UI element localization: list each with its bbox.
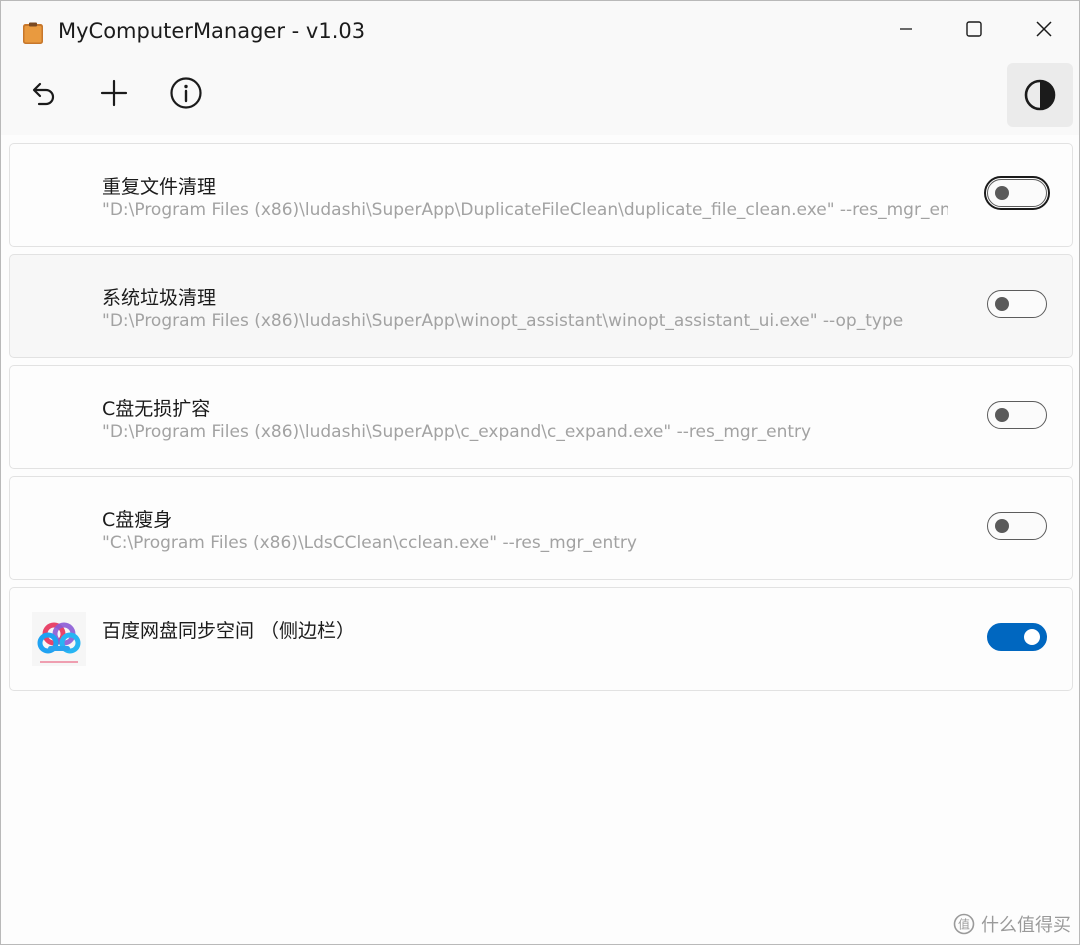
close-button[interactable] <box>1015 9 1073 49</box>
watermark-text: 什么值得买 <box>981 915 1071 936</box>
title-bar[interactable]: MyComputerManager - v1.03 <box>1 1 1079 63</box>
item-list: 重复文件清理 "D:\Program Files (x86)\ludashi\S… <box>9 143 1073 698</box>
undo-icon <box>32 82 55 106</box>
item-toggle[interactable] <box>987 401 1047 429</box>
list-item[interactable]: 系统垃圾清理 "D:\Program Files (x86)\ludashi\S… <box>9 254 1073 358</box>
toggle-knob <box>1024 629 1040 645</box>
item-title: C盘瘦身 <box>102 509 173 531</box>
maximize-icon <box>966 21 982 37</box>
smzdm-logo-icon: 值 <box>953 913 975 935</box>
toggle-knob <box>995 408 1009 422</box>
item-path: "C:\Program Files (x86)\LdsCClean\cclean… <box>102 533 637 553</box>
window-title: MyComputerManager - v1.03 <box>58 19 366 43</box>
plus-icon <box>100 79 128 107</box>
theme-toggle-button[interactable] <box>1007 63 1073 127</box>
info-icon <box>170 77 202 109</box>
minimize-button[interactable] <box>877 9 935 49</box>
item-path: "D:\Program Files (x86)\ludashi\SuperApp… <box>102 311 904 331</box>
item-toggle[interactable] <box>984 176 1050 210</box>
maximize-button[interactable] <box>945 9 1003 49</box>
list-item[interactable]: 重复文件清理 "D:\Program Files (x86)\ludashi\S… <box>9 143 1073 247</box>
toolbar <box>1 63 1079 135</box>
list-item[interactable]: C盘瘦身 "C:\Program Files (x86)\LdsCClean\c… <box>9 476 1073 580</box>
toggle-knob <box>995 297 1009 311</box>
close-icon <box>1036 21 1052 37</box>
item-toggle[interactable] <box>987 623 1047 651</box>
item-toggle[interactable] <box>987 512 1047 540</box>
add-button[interactable] <box>90 69 138 117</box>
toggle-knob <box>995 186 1009 200</box>
item-toggle[interactable] <box>987 290 1047 318</box>
clipboard-icon <box>23 22 43 44</box>
watermark: 值 什么值得买 <box>953 911 1071 937</box>
undo-button[interactable] <box>18 69 66 117</box>
item-title: 百度网盘同步空间 （侧边栏） <box>102 620 356 642</box>
list-item[interactable]: 百度网盘同步空间 （侧边栏） <box>9 587 1073 691</box>
item-title: 重复文件清理 <box>102 176 217 198</box>
item-path: "D:\Program Files (x86)\ludashi\SuperApp… <box>102 422 812 442</box>
baidu-netdisk-icon <box>32 612 86 666</box>
item-path: "D:\Program Files (x86)\ludashi\SuperApp… <box>102 200 948 220</box>
svg-text:值: 值 <box>958 917 970 932</box>
list-item[interactable]: C盘无损扩容 "D:\Program Files (x86)\ludashi\S… <box>9 365 1073 469</box>
info-button[interactable] <box>162 69 210 117</box>
contrast-icon <box>1024 79 1056 111</box>
toggle-knob <box>995 519 1009 533</box>
app-window: MyComputerManager - v1.03 重复文件清理 "D:\Pro… <box>0 0 1080 945</box>
item-title: C盘无损扩容 <box>102 398 211 420</box>
minimize-icon <box>900 28 912 30</box>
item-title: 系统垃圾清理 <box>102 287 217 309</box>
